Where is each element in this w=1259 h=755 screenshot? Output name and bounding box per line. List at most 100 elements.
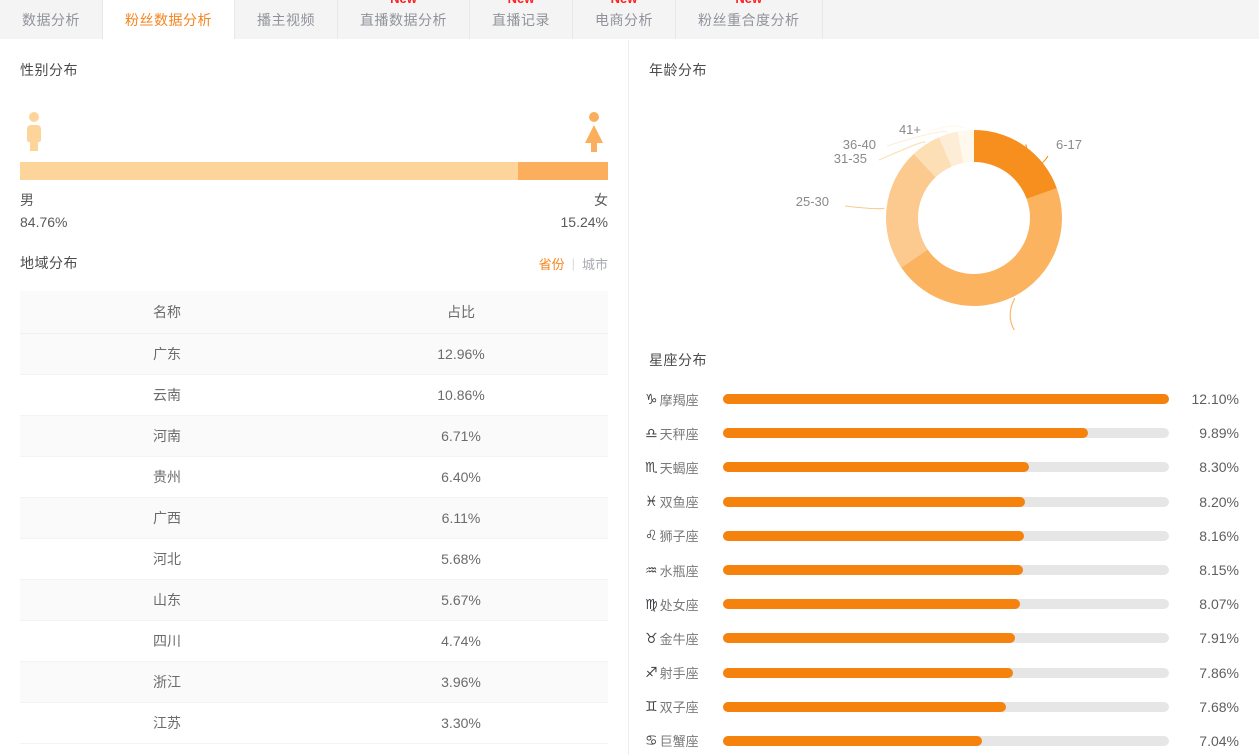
tab-label: 粉丝重合度分析 xyxy=(698,10,800,30)
tab-new-badge: New xyxy=(508,0,535,6)
region-table-head: 名称 占比 xyxy=(20,291,608,334)
zodiac-name: 金牛座 xyxy=(660,629,699,648)
zodiac-bar-fill xyxy=(723,565,1023,575)
zodiac-row[interactable]: ♐射手座 7.86% xyxy=(645,656,1239,690)
region-name-cell: 河南 xyxy=(20,416,314,457)
zodiac-row[interactable]: ♏天蝎座8.30% xyxy=(645,450,1239,484)
zodiac-symbol-icon: ♐ xyxy=(645,664,658,681)
zodiac-name: 天蝎座 xyxy=(660,458,699,477)
zodiac-bar-track xyxy=(723,462,1169,472)
zodiac-symbol-icon: ♌ xyxy=(645,527,658,544)
zodiac-value: 12.10% xyxy=(1177,391,1239,407)
toggle-divider: | xyxy=(572,256,575,271)
zodiac-row[interactable]: ♓双鱼座 8.20% xyxy=(645,485,1239,519)
zodiac-row[interactable]: ♍处女座8.07% xyxy=(645,587,1239,621)
tab-5[interactable]: New电商分析 xyxy=(573,0,676,39)
zodiac-row-list: ♑摩羯座 12.10% ♎天秤座9.89%♏天蝎座8.30% ♓双鱼座 8.20% ♌狮子… xyxy=(645,382,1239,755)
zodiac-row[interactable]: ♋巨蟹座7.04% xyxy=(645,724,1239,755)
zodiac-value: 7.86% xyxy=(1177,665,1239,681)
gender-bar-female-segment xyxy=(518,162,608,180)
tab-label: 直播记录 xyxy=(492,10,550,30)
donut-slice-label: 41+ xyxy=(899,122,921,137)
right-column: 年龄分布 6-1718-2425-3031-3536-4041+ 星座分布 ♑摩… xyxy=(629,40,1259,755)
region-name-cell: 广西 xyxy=(20,498,314,539)
zodiac-name: 摩羯座 xyxy=(660,390,699,409)
table-row[interactable]: 江苏3.30% xyxy=(20,703,608,744)
zodiac-symbol-icon: ♑ xyxy=(645,391,658,408)
zodiac-row[interactable]: ♊双子座7.68% xyxy=(645,690,1239,724)
tab-1[interactable]: 粉丝数据分析 xyxy=(103,0,235,39)
zodiac-bar-fill xyxy=(723,531,1024,541)
region-col-name: 名称 xyxy=(20,291,314,334)
zodiac-label: ♏天蝎座 xyxy=(645,458,723,477)
table-row[interactable]: 广西6.11% xyxy=(20,498,608,539)
zodiac-label: ♎天秤座 xyxy=(645,424,723,443)
zodiac-bar-fill xyxy=(723,633,1015,643)
table-row[interactable]: 贵州6.40% xyxy=(20,457,608,498)
zodiac-symbol-icon: ♒ xyxy=(645,562,658,579)
zodiac-bar-fill xyxy=(723,599,1020,609)
gender-panel-title: 性别分布 xyxy=(0,40,628,80)
tab-0[interactable]: 数据分析 xyxy=(0,0,103,39)
table-row[interactable]: 河北5.68% xyxy=(20,539,608,580)
region-ratio-cell: 4.74% xyxy=(314,621,608,662)
zodiac-bar-track xyxy=(723,428,1169,438)
zodiac-row[interactable]: ♑摩羯座 12.10% xyxy=(645,382,1239,416)
region-scope-toggle: 省份 | 城市 xyxy=(539,234,608,273)
donut-slice-label: 25-30 xyxy=(796,194,829,209)
zodiac-bar-track xyxy=(723,497,1169,507)
region-panel-header: 地域分布 省份 | 城市 xyxy=(0,233,628,273)
zodiac-bar-fill xyxy=(723,736,982,746)
zodiac-label: ♓双鱼座 xyxy=(645,492,723,511)
tab-3[interactable]: New直播数据分析 xyxy=(338,0,470,39)
region-name-cell: 四川 xyxy=(20,621,314,662)
region-name-cell: 江苏 xyxy=(20,703,314,744)
zodiac-bar-track xyxy=(723,599,1169,609)
male-figure-icon xyxy=(24,112,44,152)
gender-female-legend: 女 15.24% xyxy=(561,190,608,233)
tab-4[interactable]: New 直播记录 xyxy=(470,0,573,39)
zodiac-bar-fill xyxy=(723,462,1029,472)
zodiac-row[interactable]: ♒水瓶座 8.15% xyxy=(645,553,1239,587)
zodiac-value: 8.16% xyxy=(1177,528,1239,544)
table-row[interactable]: 浙江3.96% xyxy=(20,662,608,703)
tab-new-badge: New xyxy=(735,0,762,6)
donut-leader-line xyxy=(845,206,885,209)
tab-2[interactable]: 播主视频 xyxy=(235,0,338,39)
tab-6[interactable]: New 粉丝重合度分析 xyxy=(676,0,823,39)
zodiac-bar-track xyxy=(723,565,1169,575)
region-ratio-cell: 5.67% xyxy=(314,580,608,621)
toggle-city[interactable]: 城市 xyxy=(582,254,608,273)
gender-distribution-panel: 男 84.76% 女 15.24% xyxy=(0,80,628,233)
region-ratio-cell: 6.11% xyxy=(314,498,608,539)
donut-slice[interactable] xyxy=(974,130,1057,199)
female-value: 15.24% xyxy=(561,212,608,234)
zodiac-row[interactable]: ♉金牛座7.91% xyxy=(645,621,1239,655)
table-row[interactable]: 四川4.74% xyxy=(20,621,608,662)
zodiac-value: 8.15% xyxy=(1177,562,1239,578)
table-row[interactable]: 云南10.86% xyxy=(20,375,608,416)
zodiac-symbol-icon: ♓ xyxy=(645,493,658,510)
gender-legend: 男 84.76% 女 15.24% xyxy=(20,190,608,233)
tab-label: 直播数据分析 xyxy=(360,10,447,30)
main-tab-bar: 数据分析粉丝数据分析播主视频New直播数据分析New直播记录New电商分析New… xyxy=(0,0,1259,40)
zodiac-value: 8.20% xyxy=(1177,494,1239,510)
zodiac-symbol-icon: ♎ xyxy=(645,425,658,442)
zodiac-row[interactable]: ♎天秤座9.89% xyxy=(645,416,1239,450)
table-row[interactable]: 山东5.67% xyxy=(20,580,608,621)
zodiac-bar-track xyxy=(723,702,1169,712)
table-row[interactable]: 广东12.96% xyxy=(20,334,608,375)
zodiac-bar-track xyxy=(723,668,1169,678)
zodiac-name: 水瓶座 xyxy=(660,561,699,580)
region-name-cell: 河北 xyxy=(20,539,314,580)
region-ratio-cell: 5.68% xyxy=(314,539,608,580)
region-col-ratio: 占比 xyxy=(314,291,608,334)
region-name-cell: 云南 xyxy=(20,375,314,416)
zodiac-row[interactable]: ♌狮子座8.16% xyxy=(645,519,1239,553)
region-name-cell: 广东 xyxy=(20,334,314,375)
zodiac-label: ♑摩羯座 xyxy=(645,390,723,409)
region-ratio-cell: 12.96% xyxy=(314,334,608,375)
zodiac-name: 射手座 xyxy=(660,663,699,682)
toggle-province[interactable]: 省份 xyxy=(539,254,565,273)
table-row[interactable]: 河南6.71% xyxy=(20,416,608,457)
